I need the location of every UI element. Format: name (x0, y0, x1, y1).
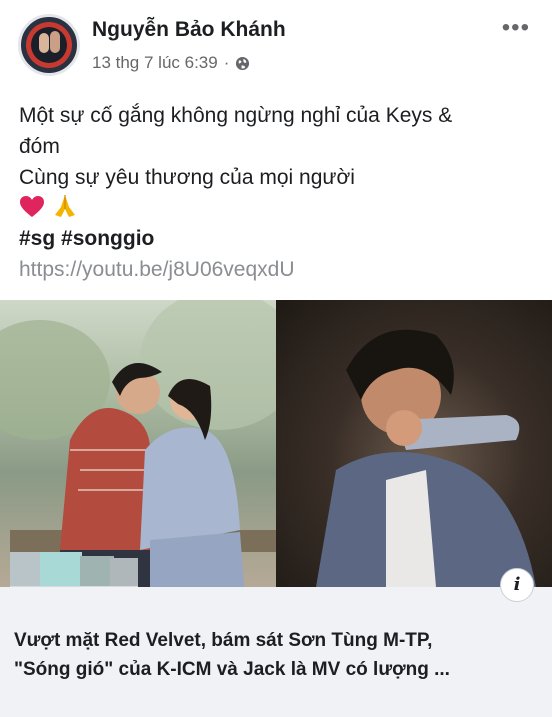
folded-hands-emoji (54, 195, 75, 217)
timestamp[interactable]: 13 thg 7 lúc 6:39 (92, 53, 218, 73)
link-preview-image[interactable] (0, 300, 552, 587)
singer-photo (276, 300, 552, 587)
emoji-row (19, 193, 539, 223)
post-meta: 13 thg 7 lúc 6:39 · (92, 53, 250, 73)
link-preview-title-line: Vượt mặt Red Velvet, bám sát Sơn Tùng M-… (14, 630, 433, 651)
post-text-line: đóm (19, 135, 60, 158)
post-header: Nguyễn Bảo Khánh 13 thg 7 lúc 6:39 · ••• (0, 0, 552, 92)
more-options-icon[interactable]: ••• (502, 14, 530, 42)
info-icon[interactable]: i (500, 568, 534, 602)
post-text-line: Một sự cố gắng không ngừng nghỉ của Keys… (19, 104, 453, 127)
post-text: Một sự cố gắng không ngừng nghỉ của Keys… (19, 100, 539, 285)
globe-icon[interactable] (235, 56, 250, 71)
author-name[interactable]: Nguyễn Bảo Khánh (92, 18, 286, 42)
couple-photo (0, 300, 300, 587)
link-preview-title[interactable]: Vượt mặt Red Velvet, bám sát Sơn Tùng M-… (14, 626, 544, 684)
youtube-link[interactable]: https://youtu.be/j8U06veqxdU (19, 254, 539, 285)
avatar[interactable] (18, 14, 80, 76)
link-preview-title-line: "Sóng gió" của K-ICM và Jack là MV có lư… (14, 659, 450, 680)
heart-emoji (20, 196, 44, 217)
meta-separator: · (223, 53, 230, 72)
hashtags[interactable]: #sg #songgio (19, 223, 539, 254)
post-text-line: Cùng sự yêu thương của mọi người (19, 166, 355, 189)
